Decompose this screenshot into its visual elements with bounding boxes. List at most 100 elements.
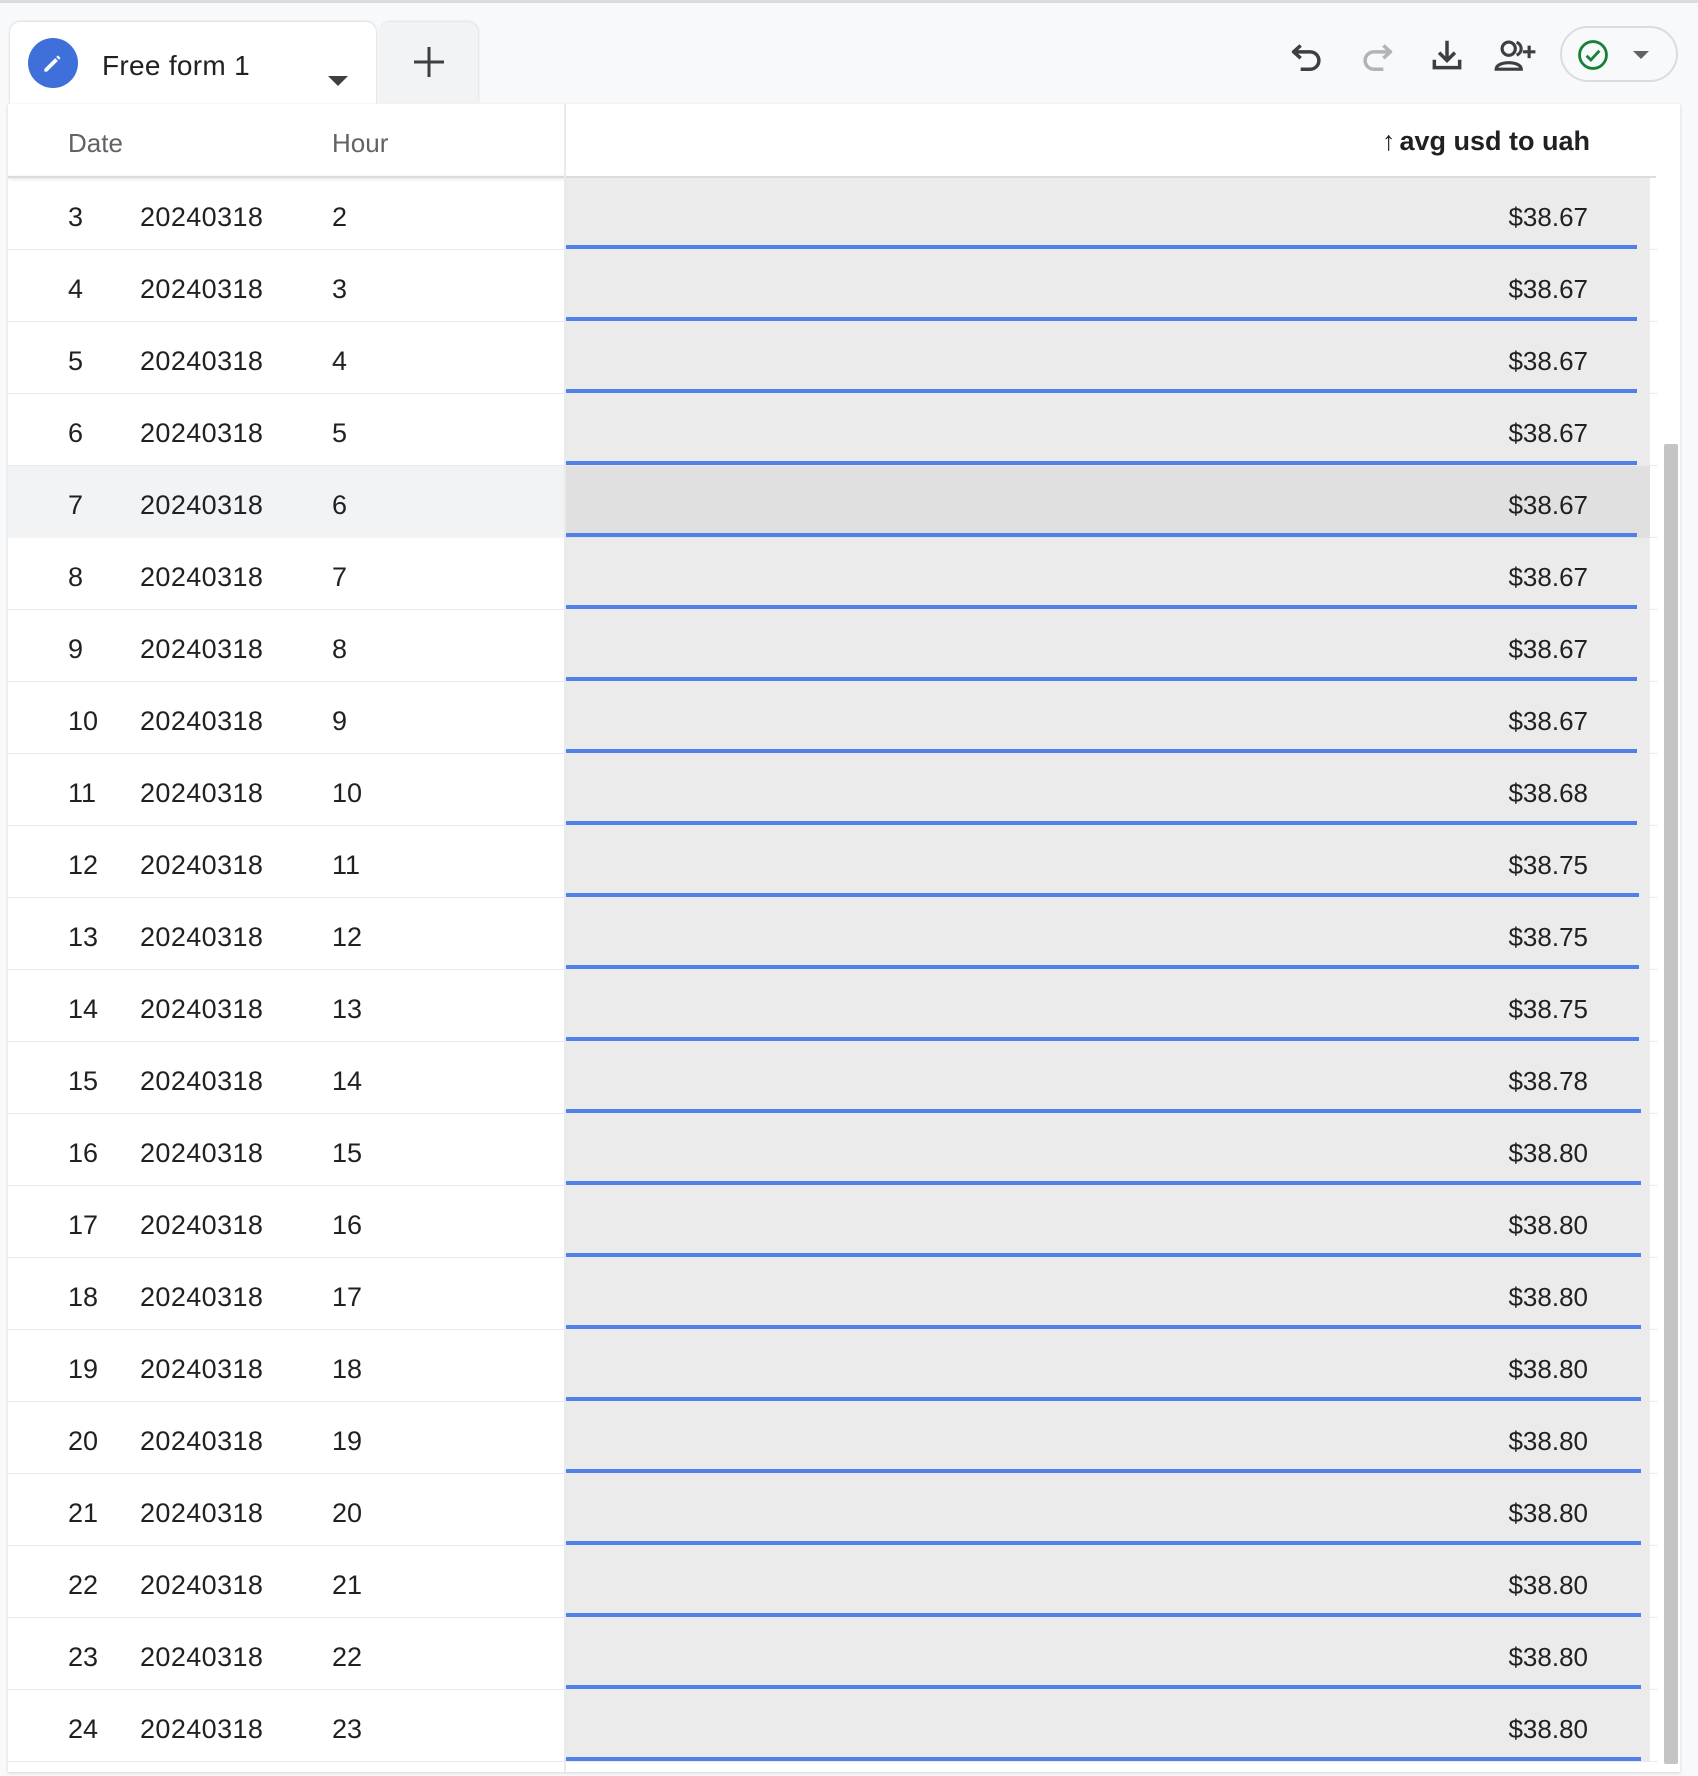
- table-row[interactable]: 9 20240318 8 $38.67: [8, 610, 1680, 682]
- cell-hour: 15: [332, 1138, 363, 1168]
- table-header: Date Hour ↑ avg usd to uah: [8, 104, 1680, 178]
- metric-bar: [566, 965, 1639, 969]
- table-row[interactable]: 5 20240318 4 $38.67: [8, 322, 1680, 394]
- table-row[interactable]: 13 20240318 12 $38.75: [8, 898, 1680, 970]
- metric-bar: [566, 749, 1637, 753]
- cell-metric-value: $38.67: [1508, 490, 1588, 520]
- undo-icon: [1291, 44, 1321, 71]
- cell-hour: 5: [332, 418, 348, 448]
- row-dimension-cells: 15 20240318 14: [8, 1042, 564, 1114]
- metric-bar: [566, 893, 1639, 897]
- row-dimension-cells: 22 20240318 21: [8, 1546, 564, 1618]
- cell-metric-bar: [566, 682, 1650, 754]
- cell-metric-bar: [566, 1258, 1650, 1330]
- cell-hour: 13: [332, 994, 363, 1024]
- row-index: 6: [68, 418, 84, 448]
- row-index: 19: [68, 1354, 99, 1384]
- table-row[interactable]: 11 20240318 10 $38.68: [8, 754, 1680, 826]
- cell-date: 20240318: [140, 922, 264, 952]
- status-menu-button[interactable]: [1560, 26, 1678, 82]
- row-dimension-cells: 5 20240318 4: [8, 322, 564, 394]
- table-row[interactable]: 20 20240318 19 $38.80: [8, 1402, 1680, 1474]
- cell-date: 20240318: [140, 490, 264, 520]
- table-row[interactable]: 14 20240318 13 $38.75: [8, 970, 1680, 1042]
- header-date[interactable]: Date: [68, 128, 123, 159]
- row-dimension-cells: 16 20240318 15: [8, 1114, 564, 1186]
- cell-metric-value: $38.67: [1508, 706, 1588, 736]
- metric-bar: [566, 1325, 1641, 1329]
- cell-metric-value: $38.80: [1508, 1282, 1588, 1312]
- row-dimension-cells: 9 20240318 8: [8, 610, 564, 682]
- header-metric[interactable]: ↑ avg usd to uah: [1382, 126, 1590, 157]
- row-index: 23: [68, 1642, 99, 1672]
- table-row[interactable]: 8 20240318 7 $38.67: [8, 538, 1680, 610]
- row-dimension-cells: 7 20240318 6: [8, 466, 564, 538]
- cell-metric-bar: [566, 1618, 1650, 1690]
- table-row[interactable]: 21 20240318 20 $38.80: [8, 1474, 1680, 1546]
- cell-date: 20240318: [140, 346, 264, 376]
- cell-hour: 20: [332, 1498, 363, 1528]
- redo-button[interactable]: [1352, 30, 1402, 80]
- cell-metric-bar: [566, 826, 1650, 898]
- table-row[interactable]: 24 20240318 23 $38.80: [8, 1690, 1680, 1762]
- pencil-icon: [28, 38, 78, 88]
- table-row[interactable]: 18 20240318 17 $38.80: [8, 1258, 1680, 1330]
- cell-date: 20240318: [140, 1282, 264, 1312]
- tab-free-form[interactable]: Free form 1: [10, 22, 376, 104]
- table-row[interactable]: 6 20240318 5 $38.67: [8, 394, 1680, 466]
- table-row[interactable]: 3 20240318 2 $38.67: [8, 178, 1680, 250]
- cell-metric-bar: [566, 754, 1650, 826]
- cell-date: 20240318: [140, 1066, 264, 1096]
- cell-metric-value: $38.67: [1508, 562, 1588, 592]
- row-index: 12: [68, 850, 99, 880]
- table-row[interactable]: 10 20240318 9 $38.67: [8, 682, 1680, 754]
- cell-date: 20240318: [140, 850, 264, 880]
- row-dimension-cells: 18 20240318 17: [8, 1258, 564, 1330]
- download-icon: [1432, 40, 1462, 70]
- cell-date: 20240318: [140, 994, 264, 1024]
- row-index: 9: [68, 634, 84, 664]
- cell-hour: 17: [332, 1282, 363, 1312]
- table-row[interactable]: 12 20240318 11 $38.75: [8, 826, 1680, 898]
- metric-bar: [566, 317, 1637, 321]
- cell-metric-bar: [566, 1042, 1650, 1114]
- table-row[interactable]: 23 20240318 22 $38.80: [8, 1618, 1680, 1690]
- row-dimension-cells: 12 20240318 11: [8, 826, 564, 898]
- cell-hour: 22: [332, 1642, 363, 1672]
- cell-hour: 19: [332, 1426, 363, 1456]
- header-hour[interactable]: Hour: [332, 128, 388, 159]
- cell-metric-value: $38.67: [1508, 634, 1588, 664]
- cell-metric-bar: [566, 538, 1650, 610]
- row-index: 17: [68, 1210, 99, 1240]
- tab-menu-chevron-down-icon[interactable]: [328, 76, 348, 86]
- table-row[interactable]: 22 20240318 21 $38.80: [8, 1546, 1680, 1618]
- cell-hour: 2: [332, 202, 348, 232]
- row-dimension-cells: 24 20240318 23: [8, 1690, 564, 1762]
- table-row[interactable]: 17 20240318 16 $38.80: [8, 1186, 1680, 1258]
- row-dimension-cells: 23 20240318 22: [8, 1618, 564, 1690]
- table-row[interactable]: 19 20240318 18 $38.80: [8, 1330, 1680, 1402]
- metric-bar: [566, 1109, 1641, 1113]
- metric-bar: [566, 533, 1637, 537]
- cell-metric-value: $38.80: [1508, 1138, 1588, 1168]
- table-row[interactable]: 15 20240318 14 $38.78: [8, 1042, 1680, 1114]
- cell-metric-bar: [566, 466, 1650, 538]
- redo-icon: [1363, 44, 1393, 71]
- cell-date: 20240318: [140, 202, 264, 232]
- row-dimension-cells: 11 20240318 10: [8, 754, 564, 826]
- table-row[interactable]: 7 20240318 6 $38.67: [8, 466, 1680, 538]
- add-tab-button[interactable]: [380, 22, 478, 102]
- cell-date: 20240318: [140, 1138, 264, 1168]
- share-button[interactable]: [1490, 30, 1540, 80]
- metric-bar: [566, 605, 1637, 609]
- cell-metric-bar: [566, 178, 1650, 250]
- undo-button[interactable]: [1282, 30, 1332, 80]
- scrollbar-thumb[interactable]: [1664, 444, 1678, 1764]
- row-index: 3: [68, 202, 84, 232]
- table-row[interactable]: 16 20240318 15 $38.80: [8, 1114, 1680, 1186]
- cell-hour: 11: [332, 850, 361, 880]
- table-row[interactable]: 4 20240318 3 $38.67: [8, 250, 1680, 322]
- cell-metric-value: $38.80: [1508, 1426, 1588, 1456]
- download-button[interactable]: [1422, 30, 1472, 80]
- cell-metric-bar: [566, 898, 1650, 970]
